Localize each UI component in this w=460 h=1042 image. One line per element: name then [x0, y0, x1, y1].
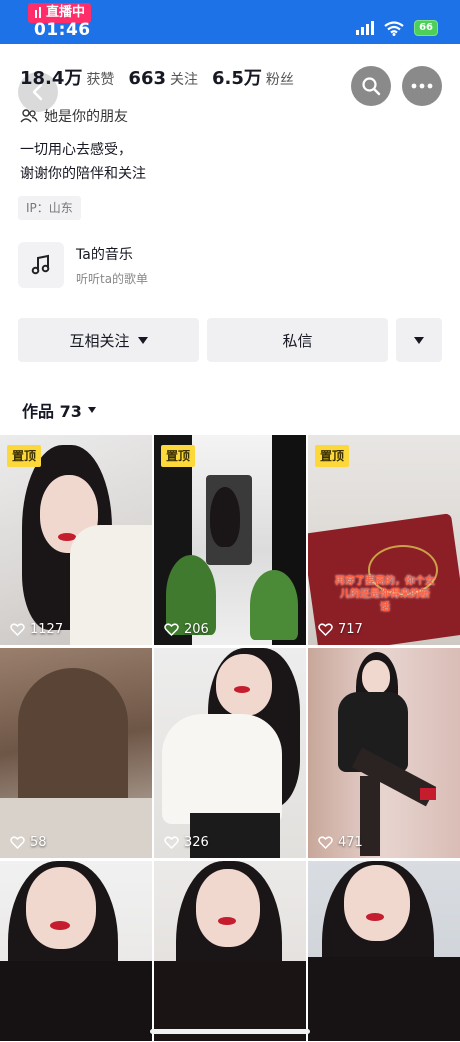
message-label: 私信 — [282, 331, 313, 350]
photo-content — [26, 867, 96, 949]
wifi-icon — [384, 20, 404, 36]
action-bar: 互相关注 私信 — [18, 318, 442, 362]
bio-line: 一切用心去感受， — [20, 142, 132, 158]
heart-icon — [164, 836, 179, 849]
photo-content — [70, 525, 152, 645]
more-options-button[interactable] — [396, 318, 442, 362]
like-count-value: 717 — [338, 622, 363, 637]
photo-content — [362, 660, 390, 694]
ip-location-tag: IP：山东 — [18, 196, 81, 220]
music-subtitle: 听听ta的歌单 — [76, 271, 149, 286]
more-button[interactable] — [402, 66, 442, 106]
follow-back-button[interactable]: 互相关注 — [18, 318, 199, 362]
photo-content — [196, 869, 260, 947]
stat-label: 获赞 — [86, 72, 115, 88]
video-tile[interactable]: 471 — [308, 648, 460, 858]
pinned-badge: 置顶 — [315, 445, 350, 467]
heart-icon — [10, 623, 25, 636]
clock: 01:46 — [34, 20, 91, 40]
pinned-badge: 置顶 — [161, 445, 196, 467]
stat-label: 关注 — [170, 72, 198, 88]
overlay-caption-line: 再穿了要离的，你个女 — [335, 576, 435, 587]
photo-content — [218, 917, 236, 925]
friend-relation: 她是你的朋友 — [20, 106, 128, 126]
caret-down-icon — [414, 336, 424, 344]
bio: 一切用心去感受， 谢谢你的陪伴和关注 — [20, 138, 146, 186]
overlay-caption-line: 话 — [380, 602, 390, 613]
video-tile[interactable]: 再穿了要离的，你个女 儿的还是你得来的新 话 置顶 717 — [308, 435, 460, 645]
caret-down-icon — [87, 407, 96, 413]
photo-content — [344, 865, 410, 941]
photo-content — [0, 961, 152, 1041]
like-count-value: 58 — [30, 835, 47, 850]
caret-down-icon — [137, 336, 148, 344]
photo-content — [216, 654, 272, 716]
like-count-value: 471 — [338, 835, 363, 850]
video-tile[interactable] — [154, 861, 306, 1041]
stat-following[interactable]: 663 关注 — [128, 68, 198, 89]
like-count: 58 — [10, 835, 47, 850]
cellular-signal-icon — [356, 21, 375, 35]
like-count: 1127 — [10, 622, 63, 637]
music-entry[interactable]: Ta的音乐 听听ta的歌单 — [18, 242, 148, 288]
photo-content — [18, 668, 128, 818]
status-icons: 66 — [356, 20, 438, 36]
photo-content — [366, 913, 384, 921]
photo-content — [308, 957, 460, 1041]
status-bar: 直播中 01:46 66 — [0, 0, 460, 44]
like-count-value: 1127 — [30, 622, 64, 637]
photo-content — [210, 487, 240, 547]
video-tile[interactable]: 置顶 206 — [154, 435, 306, 645]
photo-content — [250, 570, 298, 640]
home-indicator — [150, 1029, 310, 1034]
like-count-value: 326 — [184, 835, 209, 850]
photo-content — [162, 714, 282, 824]
search-icon — [362, 77, 381, 96]
stat-likes[interactable]: 18.4万 获赞 — [20, 64, 114, 90]
overlay-caption-line: 儿的还是你得来的新 — [340, 589, 430, 600]
video-tile[interactable]: 58 — [0, 648, 152, 858]
battery-indicator: 66 — [414, 20, 438, 36]
bio-line: 谢谢你的陪伴和关注 — [20, 166, 146, 182]
photo-content — [420, 788, 436, 800]
video-tile[interactable]: 326 — [154, 648, 306, 858]
like-count: 206 — [164, 622, 209, 637]
photo-content — [234, 686, 250, 693]
heart-icon — [318, 623, 333, 636]
stat-label: 粉丝 — [265, 72, 294, 88]
like-count: 326 — [164, 835, 209, 850]
pinned-badge: 置顶 — [7, 445, 42, 467]
music-note-icon — [18, 242, 64, 288]
like-count: 717 — [318, 622, 363, 637]
overlay-caption: 再穿了要离的，你个女 儿的还是你得来的新 话 — [312, 575, 458, 614]
heart-icon — [318, 836, 333, 849]
friends-icon — [20, 109, 38, 123]
photo-content — [50, 921, 70, 930]
search-button[interactable] — [351, 66, 391, 106]
works-label: 作品 73 — [22, 402, 82, 421]
music-title: Ta的音乐 — [76, 246, 133, 263]
stat-value: 18.4万 — [20, 68, 83, 89]
stat-followers[interactable]: 6.5万 粉丝 — [212, 64, 294, 90]
photo-content — [360, 776, 380, 856]
video-tile[interactable]: 置顶 1127 — [0, 435, 152, 645]
like-count: 471 — [318, 835, 363, 850]
profile-header: 18.4万 获赞 663 关注 6.5万 粉丝 她是你的朋友 一切用心去感受， … — [0, 44, 460, 434]
heart-icon — [164, 623, 179, 636]
video-tile[interactable] — [308, 861, 460, 1041]
stat-value: 663 — [128, 68, 166, 89]
more-icon — [411, 83, 433, 89]
video-tile[interactable] — [0, 861, 152, 1041]
profile-stats: 18.4万 获赞 663 关注 6.5万 粉丝 — [20, 64, 294, 90]
stat-value: 6.5万 — [212, 68, 262, 89]
live-bars-icon — [35, 7, 41, 18]
heart-icon — [10, 836, 25, 849]
like-count-value: 206 — [184, 622, 209, 637]
follow-back-label: 互相关注 — [69, 331, 130, 350]
works-tab[interactable]: 作品 73 — [22, 398, 96, 422]
video-grid: 置顶 1127 置顶 206 再穿了要离的，你个女 儿的还是你得来的新 话 置顶 — [0, 435, 460, 1042]
message-button[interactable]: 私信 — [207, 318, 388, 362]
relation-text: 她是你的朋友 — [44, 109, 128, 125]
